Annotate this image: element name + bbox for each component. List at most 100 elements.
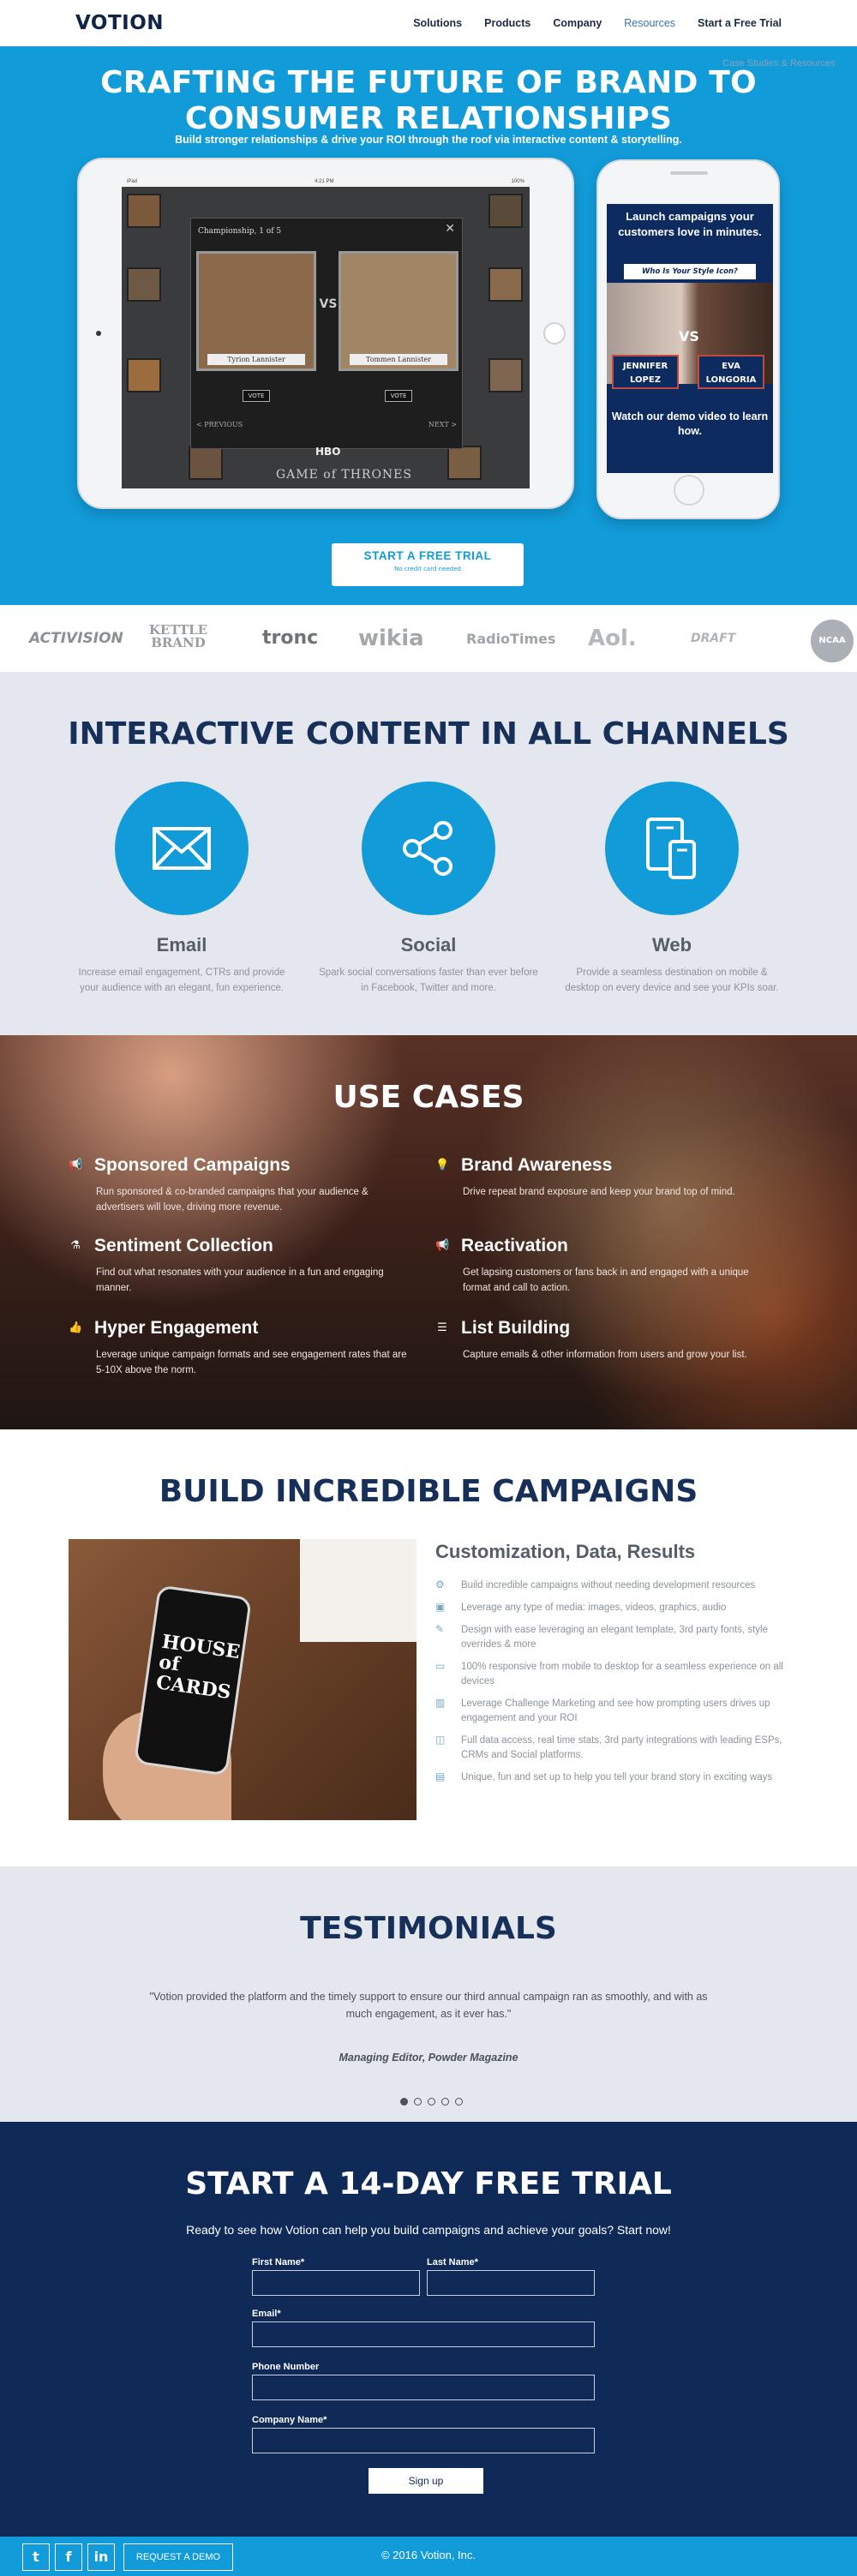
left-contestant-name: Tyrion Lannister xyxy=(207,354,305,365)
vs-badge: VS xyxy=(319,297,338,311)
eva-longoria-option[interactable]: EVA LONGORIA xyxy=(698,355,764,389)
nav-link-products[interactable]: Products xyxy=(484,17,530,29)
vote-left-button[interactable]: VOTE xyxy=(243,390,270,402)
character-thumb xyxy=(488,358,523,392)
channel-title: Email xyxy=(156,934,207,956)
phone-on-desk-photo: HOUSE of CARDS xyxy=(69,1539,417,1820)
carousel-dot[interactable] xyxy=(414,2098,422,2106)
carousel-dot[interactable] xyxy=(441,2098,449,2106)
left-contestant-portrait[interactable]: Tyrion Lannister xyxy=(196,251,316,371)
testimonial-quote: "Votion provided the platform and the ti… xyxy=(149,1991,708,2020)
story-icon: ▤ xyxy=(435,1770,446,1782)
use-case-title: Sentiment Collection xyxy=(94,1236,273,1255)
character-thumb xyxy=(447,446,482,480)
feature-item: ▭ 100% responsive from mobile to desktop … xyxy=(435,1660,787,1689)
iphone-vs-label: VS xyxy=(679,328,699,344)
logo-text: VOTION xyxy=(75,12,164,34)
feature-item: ▣ Leverage any type of media: images, vid… xyxy=(435,1601,787,1615)
channel-web: Web Provide a seamless destination on mo… xyxy=(560,782,783,996)
character-thumb xyxy=(488,194,523,228)
top-nav: VOTION Solutions Products Company Resour… xyxy=(0,0,857,46)
notebook-image xyxy=(300,1539,417,1642)
watch-demo-text[interactable]: Watch our demo video to learn how. xyxy=(607,410,773,439)
nav-link-resources[interactable]: Resources xyxy=(624,17,675,29)
use-case-brand-awareness: 💡 Brand Awareness Drive repeat brand exp… xyxy=(435,1155,778,1200)
right-contestant-portrait[interactable]: Tommen Lannister xyxy=(339,251,458,371)
ipad-mockup: iPad 4:21 PM 100% Championship, 1 of 5 ✕… xyxy=(77,158,574,509)
votion-logo[interactable]: VOTION xyxy=(75,12,164,34)
hero-subtitle: Build stronger relationships & drive you… xyxy=(175,134,682,146)
jennifer-lopez-option[interactable]: JENNIFER LOPEZ xyxy=(612,355,679,389)
wikia-logo: wikia xyxy=(358,626,424,651)
vote-right-button[interactable]: VOTE xyxy=(385,390,412,402)
free-trial-section: START A 14-DAY FREE TRIAL Ready to see h… xyxy=(0,2122,857,2537)
nav-link-solutions[interactable]: Solutions xyxy=(413,17,462,29)
feature-text: Build incredible campaigns without needi… xyxy=(461,1580,756,1591)
use-case-hyper-engagement: 👍 Hyper Engagement Leverage unique campa… xyxy=(69,1318,411,1378)
responsive-icon: ▭ xyxy=(435,1660,446,1672)
email-input[interactable] xyxy=(252,2321,595,2347)
aol-logo: Aol. xyxy=(588,626,637,651)
copyright-text: © 2016 Votion, Inc. xyxy=(381,2549,476,2561)
status-battery: 100% xyxy=(511,179,524,184)
character-thumb xyxy=(189,446,223,480)
design-icon: ✎ xyxy=(435,1623,445,1635)
carousel-dot[interactable] xyxy=(400,2098,408,2106)
channel-description: Provide a seamless destination on mobile… xyxy=(565,967,779,993)
feature-text: 100% responsive from mobile to desktop f… xyxy=(461,1662,783,1686)
use-case-description: Drive repeat brand exposure and keep you… xyxy=(463,1187,735,1197)
carousel-dot[interactable] xyxy=(428,2098,435,2106)
use-cases-heading: USE CASES xyxy=(333,1080,524,1115)
channel-description: Increase email engagement, CTRs and prov… xyxy=(78,967,285,993)
last-name-label: Last Name* xyxy=(427,2257,478,2267)
carousel-dot[interactable] xyxy=(455,2098,463,2106)
game-of-thrones-logo: GAME of THRONES xyxy=(276,468,412,482)
first-name-field: First Name* xyxy=(252,2257,420,2296)
last-name-field: Last Name* xyxy=(427,2257,595,2296)
company-input[interactable] xyxy=(252,2428,595,2453)
character-thumb xyxy=(127,267,161,302)
lightbulb-icon: 💡 xyxy=(435,1159,450,1171)
use-case-description: Leverage unique campaign formats and see… xyxy=(96,1350,407,1375)
start-free-trial-button[interactable]: START A FREE TRIAL No credit card needed xyxy=(332,543,524,586)
channel-social: Social Spark social conversations faster… xyxy=(317,782,540,996)
phone-input[interactable] xyxy=(252,2375,595,2400)
last-name-input[interactable] xyxy=(427,2270,595,2296)
sign-up-button[interactable]: Sign up xyxy=(369,2468,483,2494)
resources-submenu-item[interactable]: Case Studies & Resources xyxy=(722,58,835,69)
megaphone-icon: 📢 xyxy=(435,1239,450,1252)
feature-item: ◫ Full data access, real time stats, 3rd … xyxy=(435,1734,787,1763)
hbo-logo: HBO xyxy=(315,446,341,458)
nav-link-company[interactable]: Company xyxy=(553,17,602,29)
use-case-reactivation: 📢 Reactivation Get lapsing customers or … xyxy=(435,1236,778,1296)
iphone-mockup: Launch campaigns your customers love in … xyxy=(596,159,780,519)
activision-logo: ACTIVISION xyxy=(29,630,123,647)
list-icon: ☰ xyxy=(437,1321,447,1334)
use-case-sentiment-collection: ⚗ Sentiment Collection Find out what res… xyxy=(69,1236,411,1296)
character-thumb xyxy=(127,358,161,392)
feature-item: ▥ Leverage Challenge Marketing and see ho… xyxy=(435,1697,787,1726)
use-case-list-building: ☰ List Building Capture emails & other i… xyxy=(435,1318,778,1363)
landing-page: VOTION Solutions Products Company Resour… xyxy=(0,0,857,2576)
character-thumb xyxy=(488,267,523,302)
kettle-brand-logo: KETTLE BRAND xyxy=(148,622,208,650)
phone-field: Phone Number xyxy=(252,2362,595,2400)
share-icon xyxy=(362,782,495,915)
next-button[interactable]: NEXT > xyxy=(428,421,457,428)
iphone-home-button xyxy=(674,475,704,506)
ipad-status-bar: iPad 4:21 PM 100% xyxy=(122,178,530,187)
previous-button[interactable]: < PREVIOUS xyxy=(196,421,243,428)
stats-icon: ◫ xyxy=(435,1734,446,1746)
first-name-input[interactable] xyxy=(252,2270,420,2296)
ipad-screen: iPad 4:21 PM 100% Championship, 1 of 5 ✕… xyxy=(122,178,530,488)
nav-link-free-trial[interactable]: Start a Free Trial xyxy=(698,17,782,29)
iphone-launch-text: Launch campaigns your customers love in … xyxy=(618,210,762,238)
right-contestant-name: Tommen Lannister xyxy=(350,354,447,365)
phone-image: HOUSE of CARDS xyxy=(133,1585,253,1776)
client-logos-strip: ACTIVISION KETTLE BRAND tronc wikia Radi… xyxy=(0,605,857,672)
close-icon[interactable]: ✕ xyxy=(445,222,455,236)
use-case-title: Sponsored Campaigns xyxy=(94,1155,291,1175)
feature-list: ⚙ Build incredible campaigns without need… xyxy=(435,1579,787,1793)
use-case-description: Capture emails & other information from … xyxy=(463,1350,747,1360)
phone-screen-text: HOUSE of CARDS xyxy=(154,1630,242,1704)
